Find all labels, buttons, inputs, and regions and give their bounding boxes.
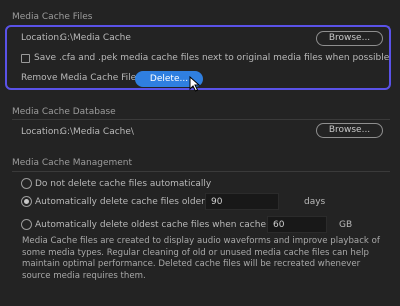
media-cache-location-value: G:\Media Cache — [60, 33, 131, 43]
media-cache-files-title: Media Cache Files — [12, 12, 93, 22]
cache-size-input[interactable] — [267, 216, 327, 233]
location-label: Location: — [21, 33, 63, 43]
media-cache-description: Media Cache files are created to display… — [22, 236, 380, 281]
radio-delete-older-than-label: Automatically delete cache files older t… — [35, 197, 232, 207]
media-cache-management-title: Media Cache Management — [12, 158, 133, 168]
gb-unit-label: GB — [339, 220, 353, 230]
radio-do-not-delete[interactable] — [21, 178, 32, 189]
days-unit-label: days — [304, 197, 326, 207]
database-location-value: G:\Media Cache\ — [60, 127, 134, 137]
database-browse-button[interactable]: Browse... — [316, 123, 383, 138]
radio-do-not-delete-label: Do not delete cache files automatically — [35, 179, 212, 189]
save-next-to-media-checkbox[interactable] — [21, 54, 30, 63]
remove-media-cache-label: Remove Media Cache Files — [21, 73, 141, 83]
save-next-to-media-label: Save .cfa and .pek media cache files nex… — [34, 53, 390, 63]
media-cache-database-title: Media Cache Database — [12, 107, 116, 117]
radio-delete-older-than[interactable] — [21, 196, 32, 207]
mouse-pointer-icon — [189, 76, 201, 92]
section-divider — [12, 119, 390, 120]
database-location-label: Location: — [21, 127, 63, 137]
radio-delete-when-exceeds[interactable] — [21, 219, 32, 230]
days-input[interactable] — [205, 193, 279, 210]
media-cache-browse-button[interactable]: Browse... — [316, 31, 383, 46]
section-divider — [12, 171, 390, 172]
